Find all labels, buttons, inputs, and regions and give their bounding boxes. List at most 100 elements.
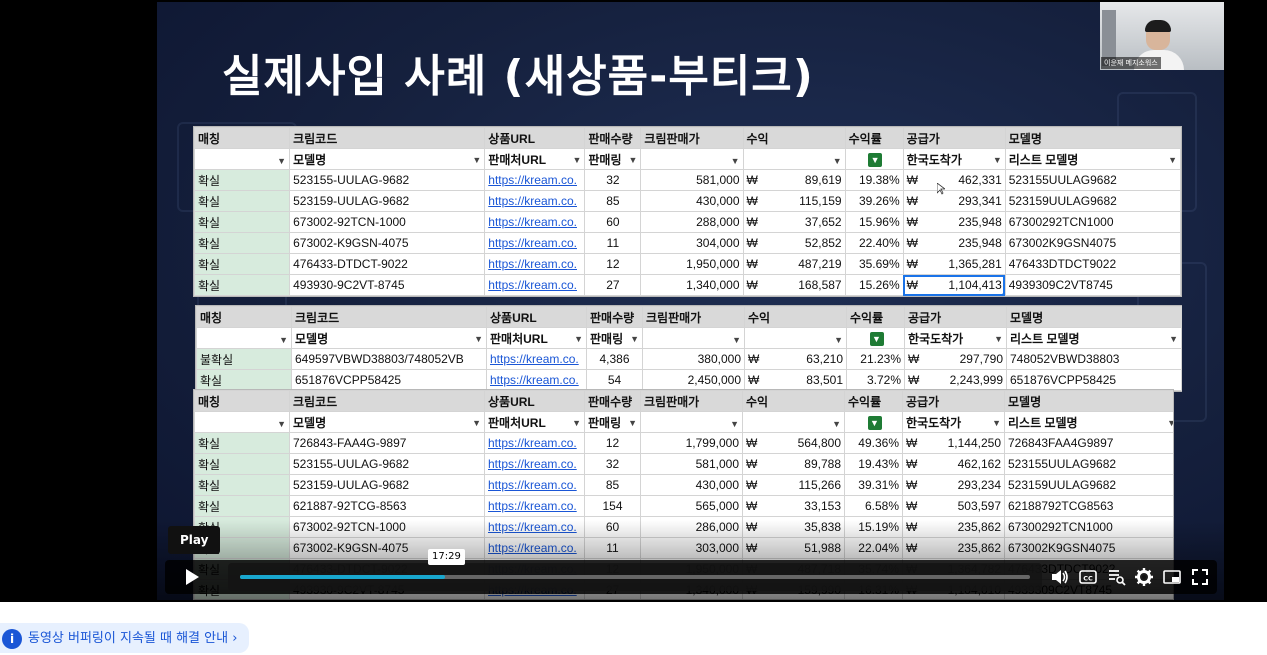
filter-icon[interactable]: ▼: [628, 418, 637, 428]
filter-icon[interactable]: ▼: [1168, 155, 1177, 165]
url-cell[interactable]: https://kream.co.: [484, 432, 585, 454]
model-cell: 748052VBWD38803: [1006, 348, 1182, 370]
video-player[interactable]: 실제사입 사례 (새상품-부티크) 이윤재 메지소워스 매칭 크림코드 상품URL 판…: [0, 0, 1267, 602]
pip-icon[interactable]: [1162, 567, 1182, 587]
product-link[interactable]: https://kream.co.: [488, 194, 577, 208]
column-subheader: ▼ 판매처URL: [486, 327, 587, 349]
selection-handle[interactable]: [1001, 292, 1005, 295]
rate-cell: 3.72%: [846, 369, 905, 391]
column-subheader: ▼: [640, 411, 743, 433]
filter-icon[interactable]: ▼: [1167, 418, 1173, 428]
subheader-label: 판매링: [588, 152, 622, 167]
model-cell: 523159UULAG9682: [1004, 474, 1173, 496]
table-row: 확실673002-K9GSN-4075https://kream.co. 1130…: [193, 232, 1182, 254]
filter-icon[interactable]: ▼: [832, 419, 841, 429]
won-symbol: ₩: [906, 478, 918, 492]
filter-icon[interactable]: ▼: [572, 155, 581, 165]
product-link[interactable]: https://kream.co.: [488, 257, 577, 271]
code-cell: 523159-UULAG-9682: [289, 474, 485, 496]
url-cell[interactable]: https://kream.co.: [484, 474, 585, 496]
filter-icon[interactable]: ▼: [834, 335, 843, 345]
url-cell[interactable]: https://kream.co.: [484, 232, 586, 254]
volume-icon[interactable]: [1050, 567, 1070, 587]
url-cell[interactable]: https://kream.co.: [486, 348, 587, 370]
filter-icon[interactable]: ▼: [279, 335, 288, 345]
progress-bar[interactable]: [228, 563, 1042, 591]
transcript-icon[interactable]: [1106, 567, 1126, 587]
filter-icon[interactable]: ▼: [994, 334, 1003, 344]
filter-icon[interactable]: ▼: [833, 156, 842, 166]
code-cell: 726843-FAA4G-9897: [289, 432, 485, 454]
filter-icon[interactable]: ▼: [472, 155, 481, 165]
column-subheader: ▼ 리스트 모델명: [1004, 411, 1173, 433]
filter-icon[interactable]: ▼: [277, 156, 286, 166]
buffering-help-link[interactable]: i 동영상 버퍼링이 지속될 때 해결 안내 ›: [0, 623, 250, 653]
filter-active-icon[interactable]: ▼: [868, 152, 883, 167]
product-link[interactable]: https://kream.co.: [490, 352, 579, 366]
url-cell[interactable]: https://kream.co.: [484, 495, 585, 517]
filter-icon[interactable]: ▼: [629, 155, 638, 165]
column-subheader: ▼: [844, 148, 904, 170]
table-row: 확실 523159-UULAG-9682 https://kream.co. 85 43…: [193, 190, 1182, 212]
filter-icon[interactable]: ▼: [731, 156, 740, 166]
filter-icon[interactable]: ▼: [732, 335, 741, 345]
subheader-label: 모델명: [293, 152, 327, 167]
product-link[interactable]: https://kream.co.: [488, 457, 577, 471]
product-link[interactable]: https://kream.co.: [488, 499, 577, 513]
qty-cell: 54: [586, 369, 643, 391]
filter-active-icon[interactable]: ▼: [869, 331, 884, 346]
column-header: 매칭: [196, 306, 292, 328]
product-link[interactable]: https://kream.co.: [488, 173, 577, 187]
model-cell: 4939309C2VT8745: [1004, 274, 1182, 296]
url-cell[interactable]: https://kream.co.: [484, 190, 586, 212]
header-row: 매칭 크림코드 상품URL 판매수량 크림판매가 수익 수익률 공급가 모델명: [193, 127, 1182, 149]
filter-icon[interactable]: ▼: [572, 418, 581, 428]
url-cell[interactable]: https://kream.co.: [484, 453, 585, 475]
column-subheader: ▼ 판매링: [584, 148, 642, 170]
url-cell[interactable]: https://kream.co.: [484, 253, 586, 275]
model-cell: 62188792TCG8563: [1004, 495, 1173, 517]
header-row: 매칭 크림코드 상품URL 판매수량 크림판매가 수익 수익률 공급가 모델명: [194, 390, 1173, 412]
fullscreen-icon[interactable]: [1190, 567, 1210, 587]
product-link[interactable]: https://kream.co.: [488, 215, 577, 229]
won-symbol: ₩: [746, 257, 758, 271]
filter-icon[interactable]: ▼: [574, 334, 583, 344]
url-cell[interactable]: https://kream.co.: [484, 211, 586, 233]
model-cell: 523155UULAG9682: [1004, 169, 1182, 191]
play-icon[interactable]: [177, 566, 207, 588]
column-header: 크림판매가: [642, 306, 745, 328]
filter-icon[interactable]: ▼: [277, 419, 286, 429]
filter-icon[interactable]: ▼: [730, 419, 739, 429]
product-link[interactable]: https://kream.co.: [490, 373, 579, 387]
url-cell[interactable]: https://kream.co.: [486, 369, 587, 391]
price-cell: 430,000: [640, 474, 743, 496]
column-header: 수익: [742, 127, 846, 149]
settings-icon[interactable]: [1134, 567, 1154, 587]
supply-cell: ₩1,144,250: [902, 432, 1005, 454]
subheader-label: 한국도착가: [908, 331, 964, 346]
qty-cell: 85: [584, 474, 641, 496]
product-link[interactable]: https://kream.co.: [488, 478, 577, 492]
code-cell: 523155-UULAG-9682: [289, 453, 485, 475]
rate-cell: 22.40%: [844, 232, 904, 254]
product-link[interactable]: https://kream.co.: [488, 236, 577, 250]
url-cell[interactable]: https://kream.co.: [484, 169, 586, 191]
amount-value: 89,619: [804, 173, 842, 187]
captions-icon[interactable]: CC: [1078, 567, 1098, 587]
profit-cell: ₩115,159: [742, 190, 846, 212]
filter-icon[interactable]: ▼: [472, 418, 481, 428]
column-header: 상품URL: [484, 127, 586, 149]
filter-icon[interactable]: ▼: [992, 418, 1001, 428]
profit-cell: ₩52,852: [742, 232, 846, 254]
product-link[interactable]: https://kream.co.: [488, 436, 577, 450]
filter-active-icon[interactable]: ▼: [867, 415, 882, 430]
won-symbol: ₩: [906, 173, 918, 187]
filter-icon[interactable]: ▼: [993, 155, 1002, 165]
filter-icon[interactable]: ▼: [474, 334, 483, 344]
url-cell[interactable]: https://kream.co.: [484, 274, 586, 296]
product-link[interactable]: https://kream.co.: [488, 278, 577, 292]
code-cell: 476433-DTDCT-9022: [289, 253, 486, 275]
filter-icon[interactable]: ▼: [1169, 334, 1178, 344]
info-icon: i: [2, 628, 22, 649]
filter-icon[interactable]: ▼: [630, 334, 639, 344]
